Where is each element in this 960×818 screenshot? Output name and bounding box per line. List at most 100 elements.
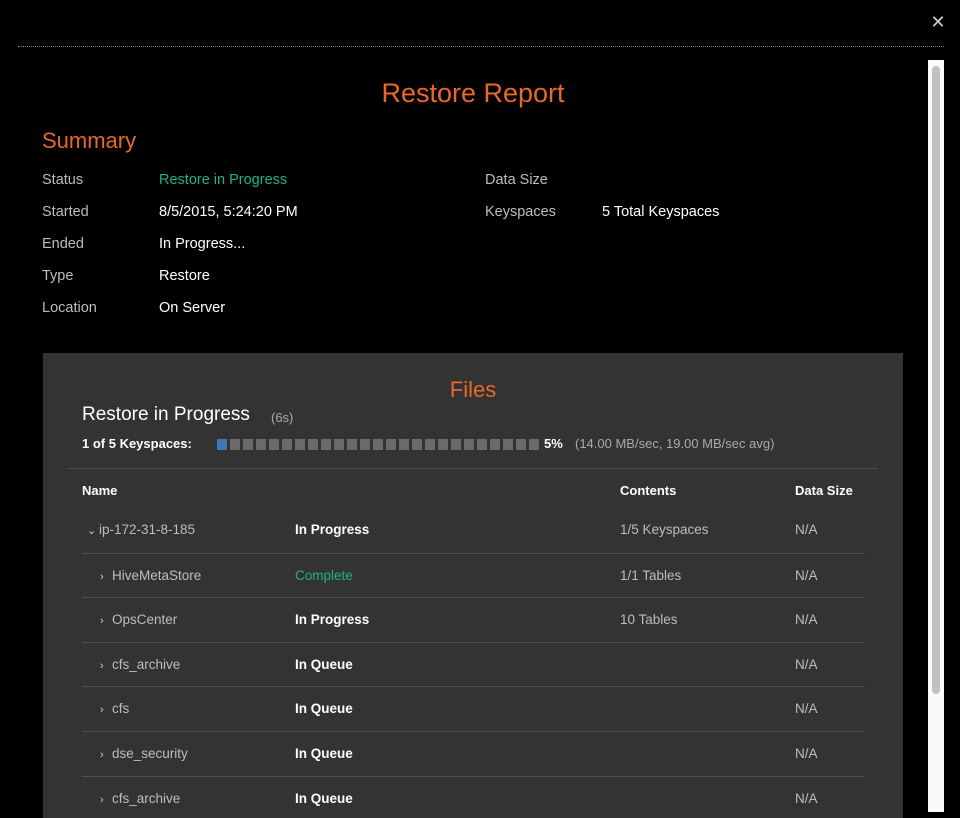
- progress-segment: [412, 439, 422, 450]
- progress-segment: [399, 439, 409, 450]
- progress-segment: [360, 439, 370, 450]
- table-row[interactable]: › OpsCenter In Progress 10 Tables N/A: [82, 597, 865, 642]
- elapsed-time: (6s): [271, 410, 294, 425]
- summary-row-status: Status Restore in Progress Data Size: [0, 171, 900, 189]
- row-name: › cfs: [100, 701, 129, 718]
- row-name: › dse_security: [100, 746, 188, 763]
- row-status: In Queue: [295, 746, 353, 761]
- row-data-size: N/A: [795, 791, 818, 806]
- header-divider: [18, 46, 944, 47]
- data-size-label: Data Size: [485, 172, 548, 188]
- row-name: ⌄ ip-172-31-8-185: [87, 522, 195, 539]
- summary-row-ended: Ended In Progress...: [0, 235, 900, 253]
- table-row[interactable]: › HiveMetaStore Complete 1/1 Tables N/A: [82, 553, 865, 598]
- keyspaces-label: Keyspaces: [485, 204, 556, 220]
- row-name: › HiveMetaStore: [100, 568, 201, 585]
- status-value: Restore in Progress: [159, 172, 288, 188]
- row-status: In Queue: [295, 657, 353, 672]
- row-name-label: cfs_archive: [112, 657, 181, 672]
- row-name: › OpsCenter: [100, 612, 177, 629]
- progress-segment: [295, 439, 305, 450]
- row-data-size: N/A: [795, 612, 818, 627]
- row-data-size: N/A: [795, 701, 818, 716]
- table-row[interactable]: › cfs_archive In Queue N/A: [82, 776, 865, 818]
- transfer-rate: (14.00 MB/sec, 19.00 MB/sec avg): [575, 436, 775, 451]
- progress-segment: [308, 439, 318, 450]
- progress-percent: 5%: [544, 436, 563, 451]
- keyspaces-progress-label: 1 of 5 Keyspaces:: [82, 436, 192, 451]
- row-name-label: cfs: [112, 701, 130, 716]
- progress-segment: [269, 439, 279, 450]
- row-name-label: HiveMetaStore: [112, 568, 202, 583]
- close-icon[interactable]: ✕: [928, 12, 948, 32]
- summary-heading: Summary: [42, 128, 137, 153]
- progress-bar: [217, 439, 541, 450]
- files-panel: Files Restore in Progress (6s) 1 of 5 Ke…: [43, 353, 903, 818]
- row-status: In Progress: [295, 612, 370, 627]
- row-status: Complete: [295, 568, 353, 583]
- row-contents: 1/5 Keyspaces: [620, 522, 709, 537]
- progress-segment: [334, 439, 344, 450]
- column-header-data-size[interactable]: Data Size: [795, 483, 853, 498]
- type-value: Restore: [159, 268, 210, 284]
- location-label: Location: [42, 300, 97, 316]
- row-name: › cfs_archive: [100, 791, 180, 808]
- column-header-name[interactable]: Name: [82, 483, 117, 498]
- progress-segment: [503, 439, 513, 450]
- row-data-size: N/A: [795, 657, 818, 672]
- progress-segment: [282, 439, 292, 450]
- progress-segment: [438, 439, 448, 450]
- restore-report-dialog: ✕ Restore Report Summary Status Restore …: [0, 0, 960, 818]
- progress-segment: [321, 439, 331, 450]
- files-heading: Files: [449, 377, 497, 402]
- table-row[interactable]: ⌄ ip-172-31-8-185 In Progress 1/5 Keyspaces…: [82, 508, 865, 552]
- row-status: In Queue: [295, 791, 353, 806]
- row-status: In Queue: [295, 701, 353, 716]
- status-label: Status: [42, 172, 84, 188]
- started-label: Started: [42, 204, 89, 220]
- row-name-label: dse_security: [112, 746, 188, 761]
- chevron-right-icon[interactable]: ›: [100, 658, 112, 674]
- summary-row-started: Started 8/5/2015, 5:24:20 PM Keyspaces 5…: [0, 203, 900, 221]
- progress-segment: [451, 439, 461, 450]
- row-status: In Progress: [295, 522, 370, 537]
- progress-segment: [425, 439, 435, 450]
- ended-label: Ended: [42, 236, 84, 252]
- progress-segment: [386, 439, 396, 450]
- progress-segment: [516, 439, 526, 450]
- scrollbar-thumb[interactable]: [932, 66, 940, 694]
- chevron-right-icon[interactable]: ›: [100, 569, 112, 585]
- progress-segment: [230, 439, 240, 450]
- location-value: On Server: [159, 300, 226, 316]
- progress-segment: [464, 439, 474, 450]
- chevron-right-icon[interactable]: ›: [100, 613, 112, 629]
- row-contents: 1/1 Tables: [620, 568, 682, 583]
- row-name-label: cfs_archive: [112, 791, 181, 806]
- panel-divider: [68, 468, 878, 469]
- chevron-down-icon[interactable]: ⌄: [87, 523, 99, 539]
- summary-row-location: Location On Server: [0, 299, 900, 317]
- table-row[interactable]: › dse_security In Queue N/A: [82, 731, 865, 776]
- ended-value: In Progress...: [159, 236, 246, 252]
- chevron-right-icon[interactable]: ›: [100, 792, 112, 808]
- chevron-right-icon[interactable]: ›: [100, 702, 112, 718]
- progress-segment: [373, 439, 383, 450]
- row-data-size: N/A: [795, 568, 818, 583]
- restore-progress-title: Restore in Progress: [82, 404, 250, 425]
- row-data-size: N/A: [795, 746, 818, 761]
- type-label: Type: [42, 268, 74, 284]
- progress-segment: [529, 439, 539, 450]
- row-contents: 10 Tables: [620, 612, 678, 627]
- row-name-label: ip-172-31-8-185: [99, 522, 196, 537]
- row-name: › cfs_archive: [100, 657, 180, 674]
- progress-segment: [243, 439, 253, 450]
- progress-segment-filled: [217, 439, 227, 450]
- keyspaces-value: 5 Total Keyspaces: [602, 204, 720, 220]
- table-row[interactable]: › cfs_archive In Queue N/A: [82, 642, 865, 687]
- chevron-right-icon[interactable]: ›: [100, 747, 112, 763]
- table-row[interactable]: › cfs In Queue N/A: [82, 686, 865, 731]
- column-header-contents[interactable]: Contents: [620, 483, 676, 498]
- row-name-label: OpsCenter: [112, 612, 178, 627]
- progress-segment: [256, 439, 266, 450]
- report-title: Restore Report: [381, 78, 565, 108]
